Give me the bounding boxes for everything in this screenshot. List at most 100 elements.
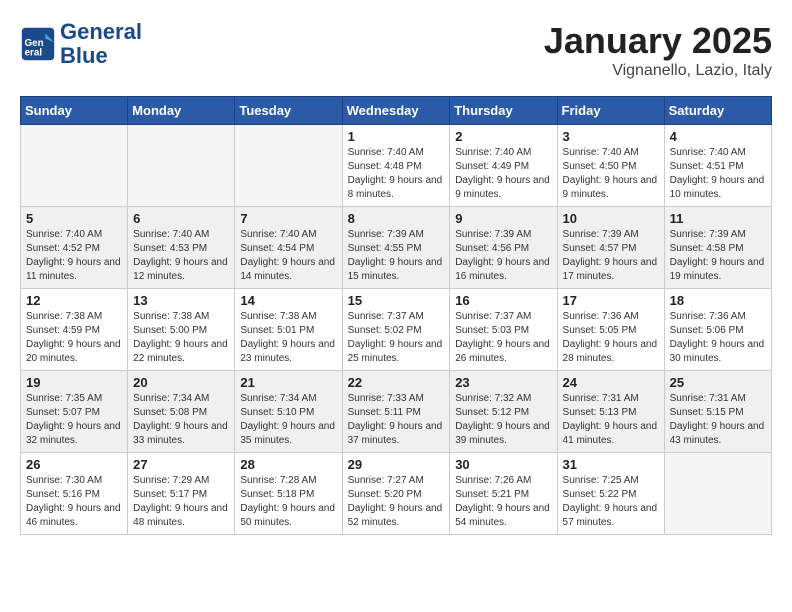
day-number: 15 [348, 293, 445, 308]
day-info: Sunrise: 7:31 AM Sunset: 5:15 PM Dayligh… [670, 392, 766, 448]
day-number: 10 [563, 211, 659, 226]
day-info: Sunrise: 7:38 AM Sunset: 4:59 PM Dayligh… [26, 310, 122, 366]
day-number: 28 [240, 457, 336, 472]
month-title: January 2025 [544, 20, 772, 62]
day-number: 11 [670, 211, 766, 226]
day-number: 14 [240, 293, 336, 308]
day-info: Sunrise: 7:35 AM Sunset: 5:07 PM Dayligh… [26, 392, 122, 448]
logo-icon: Gen eral [20, 26, 56, 62]
day-info: Sunrise: 7:40 AM Sunset: 4:48 PM Dayligh… [348, 146, 445, 202]
page-header: Gen eral General Blue January 2025 Vigna… [20, 20, 772, 80]
calendar-cell: 11 Sunrise: 7:39 AM Sunset: 4:58 PM Dayli… [664, 207, 771, 289]
day-number: 8 [348, 211, 445, 226]
calendar-cell: 21 Sunrise: 7:34 AM Sunset: 5:10 PM Dayli… [235, 371, 342, 453]
calendar-cell: 18Sunrise: 7:36 AM Sunset: 5:06 PM Dayli… [664, 289, 771, 371]
calendar-cell: 3 Sunrise: 7:40 AM Sunset: 4:50 PM Daylig… [557, 125, 664, 207]
day-number: 16 [455, 293, 551, 308]
day-number: 7 [240, 211, 336, 226]
calendar-cell: 14 Sunrise: 7:38 AM Sunset: 5:01 PM Dayli… [235, 289, 342, 371]
calendar-cell: 16 Sunrise: 7:37 AM Sunset: 5:03 PM Dayli… [450, 289, 557, 371]
calendar-header-row: SundayMondayTuesdayWednesdayThursdayFrid… [21, 97, 772, 125]
calendar-week-row: 26 Sunrise: 7:30 AM Sunset: 5:16 PM Dayli… [21, 453, 772, 535]
calendar-cell: 12 Sunrise: 7:38 AM Sunset: 4:59 PM Dayli… [21, 289, 128, 371]
calendar-cell: 7 Sunrise: 7:40 AM Sunset: 4:54 PM Daylig… [235, 207, 342, 289]
day-info: Sunrise: 7:28 AM Sunset: 5:18 PM Dayligh… [240, 474, 336, 530]
day-info: Sunrise: 7:40 AM Sunset: 4:49 PM Dayligh… [455, 146, 551, 202]
calendar-table: SundayMondayTuesdayWednesdayThursdayFrid… [20, 96, 772, 535]
day-header-tuesday: Tuesday [235, 97, 342, 125]
calendar-cell: 4Sunrise: 7:40 AM Sunset: 4:51 PM Daylig… [664, 125, 771, 207]
day-number: 1 [348, 129, 445, 144]
day-number: 25 [670, 375, 766, 390]
day-number: 3 [563, 129, 659, 144]
day-header-friday: Friday [557, 97, 664, 125]
day-info: Sunrise: 7:34 AM Sunset: 5:10 PM Dayligh… [240, 392, 336, 448]
title-block: January 2025 Vignanello, Lazio, Italy [544, 20, 772, 80]
day-number: 13 [133, 293, 229, 308]
day-info: Sunrise: 7:38 AM Sunset: 5:01 PM Dayligh… [240, 310, 336, 366]
day-info: Sunrise: 7:37 AM Sunset: 5:03 PM Dayligh… [455, 310, 551, 366]
day-info: Sunrise: 7:40 AM Sunset: 4:54 PM Dayligh… [240, 228, 336, 284]
calendar-cell: 9Sunrise: 7:39 AM Sunset: 4:56 PM Daylig… [450, 207, 557, 289]
calendar-cell: 15 Sunrise: 7:37 AM Sunset: 5:02 PM Dayli… [342, 289, 450, 371]
svg-text:eral: eral [25, 48, 43, 59]
day-info: Sunrise: 7:39 AM Sunset: 4:55 PM Dayligh… [348, 228, 445, 284]
day-info: Sunrise: 7:29 AM Sunset: 5:17 PM Dayligh… [133, 474, 229, 530]
day-number: 22 [348, 375, 445, 390]
calendar-cell: 28 Sunrise: 7:28 AM Sunset: 5:18 PM Dayli… [235, 453, 342, 535]
calendar-cell [128, 125, 235, 207]
location: Vignanello, Lazio, Italy [544, 62, 772, 80]
day-info: Sunrise: 7:40 AM Sunset: 4:52 PM Dayligh… [26, 228, 122, 284]
day-info: Sunrise: 7:34 AM Sunset: 5:08 PM Dayligh… [133, 392, 229, 448]
day-info: Sunrise: 7:27 AM Sunset: 5:20 PM Dayligh… [348, 474, 445, 530]
calendar-cell: 2 Sunrise: 7:40 AM Sunset: 4:49 PM Daylig… [450, 125, 557, 207]
day-info: Sunrise: 7:26 AM Sunset: 5:21 PM Dayligh… [455, 474, 551, 530]
day-number: 31 [563, 457, 659, 472]
day-header-wednesday: Wednesday [342, 97, 450, 125]
day-number: 4 [670, 129, 766, 144]
day-info: Sunrise: 7:40 AM Sunset: 4:53 PM Dayligh… [133, 228, 229, 284]
day-info: Sunrise: 7:39 AM Sunset: 4:58 PM Dayligh… [670, 228, 766, 284]
calendar-cell: 30Sunrise: 7:26 AM Sunset: 5:21 PM Dayli… [450, 453, 557, 535]
calendar-cell: 25 Sunrise: 7:31 AM Sunset: 5:15 PM Dayli… [664, 371, 771, 453]
day-number: 20 [133, 375, 229, 390]
calendar-cell: 29 Sunrise: 7:27 AM Sunset: 5:20 PM Dayli… [342, 453, 450, 535]
day-info: Sunrise: 7:40 AM Sunset: 4:50 PM Dayligh… [563, 146, 659, 202]
day-info: Sunrise: 7:31 AM Sunset: 5:13 PM Dayligh… [563, 392, 659, 448]
day-number: 5 [26, 211, 122, 226]
day-info: Sunrise: 7:30 AM Sunset: 5:16 PM Dayligh… [26, 474, 122, 530]
calendar-cell [664, 453, 771, 535]
day-info: Sunrise: 7:36 AM Sunset: 5:06 PM Dayligh… [670, 310, 766, 366]
day-number: 9 [455, 211, 551, 226]
day-number: 17 [563, 293, 659, 308]
day-number: 2 [455, 129, 551, 144]
logo-text: General Blue [60, 20, 142, 68]
calendar-cell [21, 125, 128, 207]
logo-line2: Blue [60, 44, 142, 68]
day-header-saturday: Saturday [664, 97, 771, 125]
calendar-week-row: 12 Sunrise: 7:38 AM Sunset: 4:59 PM Dayli… [21, 289, 772, 371]
day-number: 21 [240, 375, 336, 390]
calendar-cell: 1 Sunrise: 7:40 AM Sunset: 4:48 PM Daylig… [342, 125, 450, 207]
calendar-cell [235, 125, 342, 207]
calendar-cell: 31Sunrise: 7:25 AM Sunset: 5:22 PM Dayli… [557, 453, 664, 535]
day-number: 26 [26, 457, 122, 472]
day-number: 12 [26, 293, 122, 308]
calendar-week-row: 19Sunrise: 7:35 AM Sunset: 5:07 PM Dayli… [21, 371, 772, 453]
calendar-cell: 19Sunrise: 7:35 AM Sunset: 5:07 PM Dayli… [21, 371, 128, 453]
calendar-week-row: 5 Sunrise: 7:40 AM Sunset: 4:52 PM Daylig… [21, 207, 772, 289]
day-info: Sunrise: 7:37 AM Sunset: 5:02 PM Dayligh… [348, 310, 445, 366]
calendar-cell: 20 Sunrise: 7:34 AM Sunset: 5:08 PM Dayli… [128, 371, 235, 453]
calendar-week-row: 1 Sunrise: 7:40 AM Sunset: 4:48 PM Daylig… [21, 125, 772, 207]
day-header-monday: Monday [128, 97, 235, 125]
logo: Gen eral General Blue [20, 20, 142, 68]
calendar-cell: 23Sunrise: 7:32 AM Sunset: 5:12 PM Dayli… [450, 371, 557, 453]
calendar-cell: 24Sunrise: 7:31 AM Sunset: 5:13 PM Dayli… [557, 371, 664, 453]
calendar-cell: 13Sunrise: 7:38 AM Sunset: 5:00 PM Dayli… [128, 289, 235, 371]
day-number: 6 [133, 211, 229, 226]
logo-line1: General [60, 20, 142, 44]
calendar-cell: 10Sunrise: 7:39 AM Sunset: 4:57 PM Dayli… [557, 207, 664, 289]
calendar-cell: 6 Sunrise: 7:40 AM Sunset: 4:53 PM Daylig… [128, 207, 235, 289]
calendar-cell: 8 Sunrise: 7:39 AM Sunset: 4:55 PM Daylig… [342, 207, 450, 289]
day-number: 29 [348, 457, 445, 472]
